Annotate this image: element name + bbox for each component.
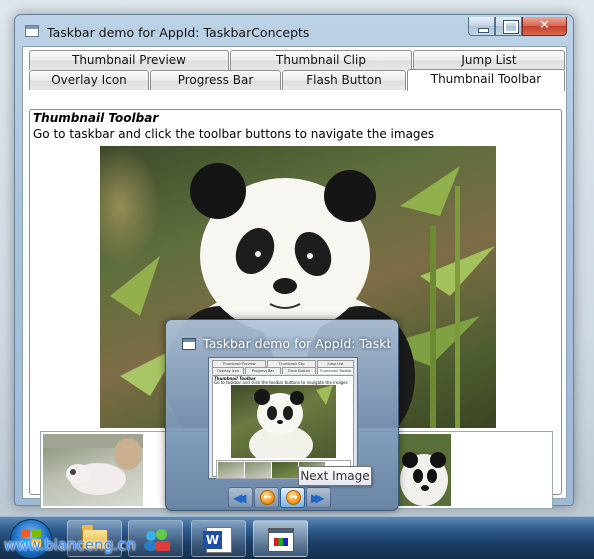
mini-tab-jump-list: Jump List — [317, 360, 354, 367]
preview-thumbnail[interactable]: Thumbnail Preview Thumbnail Clip Jump Li… — [208, 357, 358, 479]
mini-tab-overlay-icon: Overlay Icon — [212, 367, 244, 374]
tab-thumbnail-clip[interactable]: Thumbnail Clip — [230, 50, 412, 70]
next-image-button[interactable]: → — [280, 487, 305, 508]
taskbar-app-word[interactable] — [191, 520, 246, 557]
mini-tab-flash-button: Flash Button — [282, 367, 316, 374]
next-image-icon: → — [286, 490, 301, 505]
mini-tab-thumbnail-preview: Thumbnail Preview — [212, 360, 266, 367]
mini-panda-image — [231, 385, 336, 458]
panel-description: Go to taskbar and click the toolbar butt… — [33, 127, 435, 141]
watermark: www.bianceng.cn — [4, 536, 136, 554]
windows-live-icon — [144, 529, 170, 551]
word-icon — [203, 527, 232, 553]
taskbar-app-demo[interactable] — [253, 520, 308, 557]
mini-tab-progress-bar: Progress Bar — [245, 367, 281, 374]
mini-thumb-2 — [245, 462, 271, 478]
last-image-icon: ▶▶ — [311, 491, 325, 505]
previous-image-icon: ← — [260, 490, 275, 505]
first-image-icon: ◀◀ — [233, 491, 247, 505]
tab-jump-list[interactable]: Jump List — [413, 50, 565, 70]
taskbar-app-live[interactable] — [128, 520, 183, 557]
mini-tab-thumbnail-toolbar: Thumbnail Toolbar — [317, 367, 354, 374]
tab-thumbnail-toolbar[interactable]: Thumbnail Toolbar — [407, 69, 565, 91]
baby-panda-thumbnail[interactable] — [43, 434, 143, 506]
thumbnail-toolbar: ◀◀ ← → ▶▶ — [228, 487, 332, 508]
tab-thumbnail-preview[interactable]: Thumbnail Preview — [29, 50, 229, 70]
caption-buttons — [468, 17, 567, 36]
previous-image-button[interactable]: ← — [254, 487, 279, 508]
mini-thumb-3 — [272, 462, 298, 478]
app-window-icon[interactable] — [25, 25, 39, 37]
close-button[interactable] — [522, 17, 567, 36]
last-image-button[interactable]: ▶▶ — [306, 487, 331, 508]
minimize-button[interactable] — [468, 17, 495, 36]
preview-title: Taskbar demo for AppId: Taskb — [203, 336, 391, 351]
first-image-button[interactable]: ◀◀ — [228, 487, 253, 508]
mini-thumb-1 — [218, 462, 244, 478]
preview-app-icon — [182, 338, 196, 350]
maximize-button[interactable] — [495, 17, 522, 36]
taskbar-demo-icon — [268, 528, 294, 552]
panel-heading: Thumbnail Toolbar — [33, 111, 159, 125]
next-image-tooltip: Next Image — [298, 466, 372, 486]
tab-overlay-icon[interactable]: Overlay Icon — [29, 70, 149, 90]
mini-panel: Thumbnail Toolbar Go to taskbar and clic… — [212, 375, 354, 479]
tab-flash-button[interactable]: Flash Button — [282, 70, 406, 90]
window-title: Taskbar demo for AppId: TaskbarConcepts — [47, 25, 310, 40]
panda-thumbnail[interactable] — [398, 434, 451, 506]
mini-tab-thumbnail-clip: Thumbnail Clip — [267, 360, 316, 367]
tab-progress-bar[interactable]: Progress Bar — [150, 70, 281, 90]
title-bar[interactable]: Taskbar demo for AppId: TaskbarConcepts — [15, 15, 573, 45]
